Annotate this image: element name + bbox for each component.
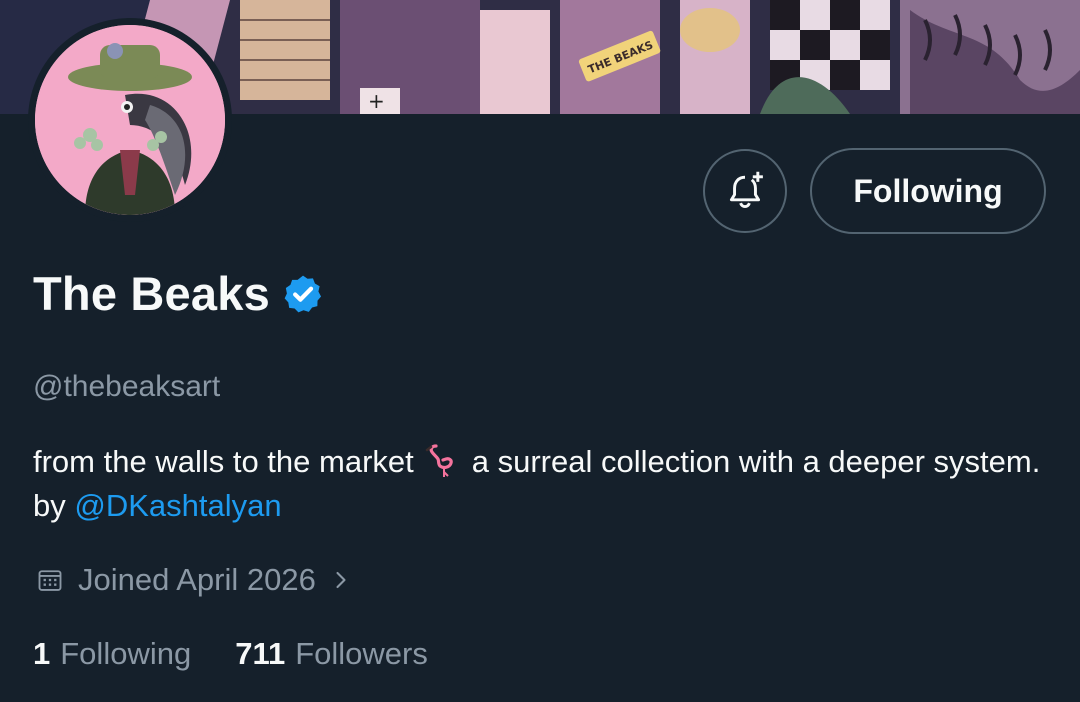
followers-count: 711 (235, 636, 286, 671)
joined-date: Joined April 2026 (78, 562, 316, 597)
following-label: Following (60, 636, 192, 671)
followers-count-link[interactable]: 711 Followers (235, 636, 428, 672)
bell-plus-icon (729, 171, 763, 209)
profile-stats: 1 Following 711 Followers (33, 636, 428, 672)
verified-badge-icon[interactable] (282, 273, 324, 315)
notifications-button[interactable] (703, 149, 787, 233)
flamingo-icon (422, 442, 464, 478)
bio-text-part-1: from the walls to the market (33, 444, 414, 479)
profile-handle: @thebeaksart (33, 370, 221, 403)
profile-bio: from the walls to the market a surreal c… (33, 440, 1053, 528)
following-count-link[interactable]: 1 Following (33, 636, 191, 672)
profile-page: + THE BEAKS Following The Beaks @thebeak… (0, 0, 1080, 702)
svg-text:+: + (368, 89, 385, 113)
following-button[interactable]: Following (810, 148, 1046, 234)
profile-joined-row[interactable]: Joined April 2026 (36, 562, 352, 598)
following-count: 1 (33, 636, 51, 671)
profile-name-row: The Beaks (33, 266, 324, 321)
followers-label: Followers (295, 636, 428, 671)
profile-avatar[interactable] (28, 18, 232, 222)
display-name: The Beaks (33, 267, 270, 320)
calendar-icon (38, 570, 62, 591)
avatar-image (35, 25, 225, 215)
bio-mention-link[interactable]: @DKashtalyan (74, 488, 281, 523)
chevron-right-icon (336, 571, 346, 589)
